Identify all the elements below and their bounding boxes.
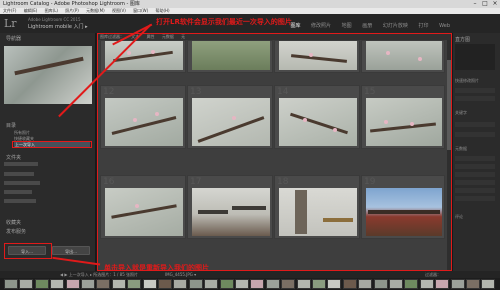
panel-row[interactable]: [455, 156, 495, 161]
filmstrip-thumbnail[interactable]: [34, 279, 49, 289]
folder-row[interactable]: [4, 190, 32, 194]
filmstrip-thumbnail[interactable]: [342, 279, 357, 289]
filmstrip-thumbnail[interactable]: [50, 279, 65, 289]
comments-title[interactable]: 评论: [455, 214, 463, 220]
filmstrip-thumbnail[interactable]: [419, 279, 434, 289]
close-button[interactable]: ×: [490, 0, 500, 8]
filmstrip-filename[interactable]: IMG_4455.JPG ▾: [165, 272, 196, 277]
filmstrip-thumbnail[interactable]: [373, 279, 388, 289]
panel-row[interactable]: [455, 188, 495, 193]
filmstrip-thumbnail[interactable]: [142, 279, 157, 289]
module-book[interactable]: 画册: [362, 23, 372, 29]
module-map[interactable]: 地图: [342, 23, 352, 29]
filmstrip-thumbnail[interactable]: [219, 279, 234, 289]
panel-row[interactable]: [455, 172, 495, 177]
catalog-item-label: 所有照片: [14, 130, 30, 135]
filmstrip-thumbnail[interactable]: [158, 279, 172, 289]
filmstrip-thumbnail[interactable]: [65, 279, 80, 289]
panel-row[interactable]: [455, 96, 495, 101]
navigator-title[interactable]: 导航器: [6, 35, 21, 42]
panel-row[interactable]: [455, 88, 495, 93]
filmstrip-thumbnail[interactable]: [450, 279, 465, 289]
filmstrip-thumbnail[interactable]: [235, 279, 249, 289]
menu-photo[interactable]: 照片(P): [65, 8, 79, 13]
panel-row[interactable]: [455, 196, 495, 201]
mobile-link[interactable]: Lightroom mobile 入门 ▸: [28, 23, 88, 30]
module-develop[interactable]: 修改照片: [311, 23, 331, 29]
filmstrip-thumbnail[interactable]: [19, 279, 34, 289]
module-picker: 图库 修改照片 地图 画册 幻灯片放映 打印 Web: [281, 22, 450, 29]
highlight-import-button: [4, 243, 52, 259]
highlight-grid: [97, 33, 452, 271]
quick-develop-title[interactable]: 快速修改照片: [455, 78, 479, 84]
filmstrip-thumbnail[interactable]: [4, 279, 18, 289]
filmstrip-thumbnail[interactable]: [281, 279, 296, 289]
filmstrip-thumbnail[interactable]: [250, 279, 265, 289]
panel-row[interactable]: [455, 122, 495, 127]
window-title: Lightroom Catalog - Adobe Photoshop Ligh…: [3, 1, 140, 7]
filmstrip-thumbnail[interactable]: [81, 279, 95, 289]
module-slideshow[interactable]: 幻灯片放映: [383, 23, 408, 29]
folder-row[interactable]: [4, 181, 40, 185]
filmstrip-thumbnail[interactable]: [466, 279, 480, 289]
annotation-top: 打开LR软件会显示我们最近一次导入的图片: [156, 18, 292, 26]
collections-title[interactable]: 收藏夹: [6, 219, 21, 226]
filmstrip-thumbnail[interactable]: [389, 279, 403, 289]
folder-row[interactable]: [4, 162, 38, 166]
publish-services-title[interactable]: 发布服务: [6, 228, 26, 235]
filmstrip-thumbnail[interactable]: [296, 279, 311, 289]
menu-library[interactable]: 图库(L): [45, 8, 58, 13]
filmstrip-thumbnail[interactable]: [204, 279, 219, 289]
folder-row[interactable]: [4, 199, 36, 203]
folders-title[interactable]: 文件夹: [6, 154, 21, 161]
menu-window[interactable]: 窗口(W): [133, 8, 148, 13]
filmstrip-thumbnail[interactable]: [481, 279, 496, 289]
filmstrip-thumbnail[interactable]: [404, 279, 419, 289]
menu-file[interactable]: 文件(F): [3, 8, 16, 13]
filmstrip-thumbnail[interactable]: [312, 279, 326, 289]
menu-view[interactable]: 视图(V): [112, 8, 126, 13]
filmstrip-thumbnail[interactable]: [265, 279, 280, 289]
histogram: [455, 44, 495, 70]
filmstrip-thumbnail[interactable]: [327, 279, 342, 289]
filmstrip-thumbnail[interactable]: [111, 279, 126, 289]
catalog-title[interactable]: 目录: [6, 122, 16, 129]
menu-metadata[interactable]: 元数据(M): [86, 8, 105, 13]
folder-row[interactable]: [4, 172, 34, 176]
minimize-button[interactable]: –: [470, 0, 480, 8]
export-button[interactable]: 导出...: [52, 246, 90, 255]
window-titlebar: Lightroom Catalog - Adobe Photoshop Ligh…: [0, 0, 500, 8]
filmstrip-thumbnail[interactable]: [435, 279, 450, 289]
filmstrip-thumbnail[interactable]: [173, 279, 188, 289]
filmstrip-thumbnail[interactable]: [358, 279, 373, 289]
filmstrip-thumbnail[interactable]: [127, 279, 142, 289]
highlight-previous-import: [12, 141, 92, 148]
identity-user: Adobe Lightroom CC 2015: [28, 17, 81, 22]
lightroom-logo: Lr: [4, 17, 17, 30]
menu-help[interactable]: 帮助(H): [155, 8, 169, 13]
metadata-title[interactable]: 元数据: [455, 146, 467, 152]
panel-row[interactable]: [455, 164, 495, 169]
module-print[interactable]: 打印: [418, 23, 428, 29]
keywording-title[interactable]: 关键字: [455, 110, 467, 116]
histogram-title[interactable]: 直方图: [455, 36, 470, 43]
panel-row[interactable]: [455, 180, 495, 185]
filmstrip-thumbnail[interactable]: [96, 279, 111, 289]
panel-row[interactable]: [455, 132, 495, 137]
menu-edit[interactable]: 编辑(E): [24, 8, 38, 13]
maximize-button[interactable]: □: [480, 0, 490, 8]
module-web[interactable]: Web: [439, 23, 450, 29]
filmstrip-thumbnail[interactable]: [188, 279, 203, 289]
